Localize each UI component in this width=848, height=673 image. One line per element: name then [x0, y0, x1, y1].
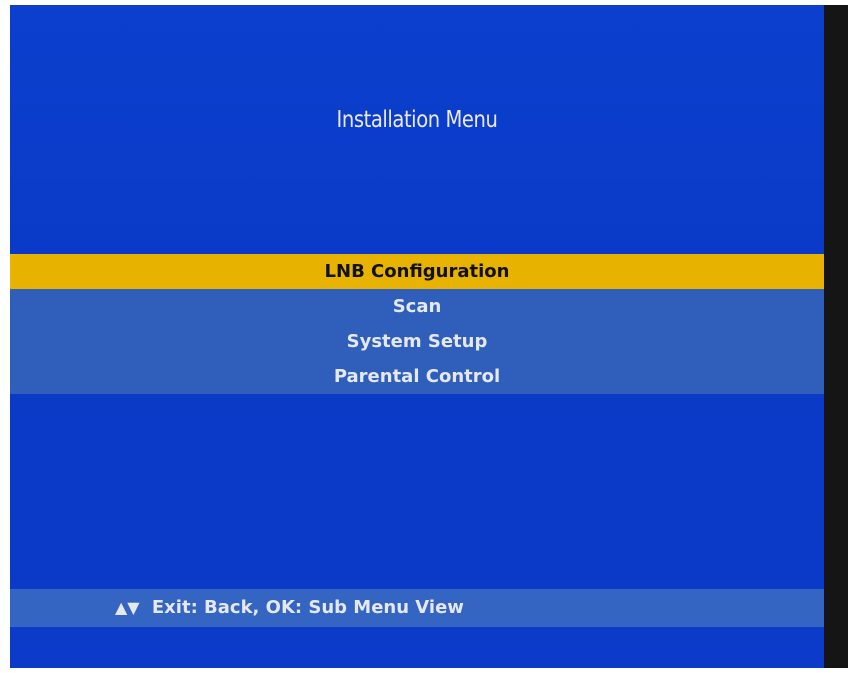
menu-item-scan[interactable]: Scan — [10, 289, 824, 324]
installation-menu-panel: Installation Menu LNB Configuration Scan… — [10, 5, 824, 668]
footer-hint-text: Exit: Back, OK: Sub Menu View — [151, 597, 464, 618]
footer-hint-bar: ▲▼ Exit: Back, OK: Sub Menu View — [10, 589, 824, 627]
page-title: Installation Menu — [336, 107, 498, 133]
menu-item-lnb-configuration[interactable]: LNB Configuration — [10, 254, 824, 289]
tv-screen: Installation Menu LNB Configuration Scan… — [0, 0, 848, 673]
footer-hint: ▲▼ Exit: Back, OK: Sub Menu View — [115, 589, 464, 627]
screen-edge — [824, 5, 848, 668]
installation-menu-list: LNB Configuration Scan System Setup Pare… — [10, 254, 824, 394]
up-down-arrows-icon: ▲▼ — [115, 598, 140, 617]
menu-item-system-setup[interactable]: System Setup — [10, 324, 824, 359]
menu-item-parental-control[interactable]: Parental Control — [10, 359, 824, 394]
